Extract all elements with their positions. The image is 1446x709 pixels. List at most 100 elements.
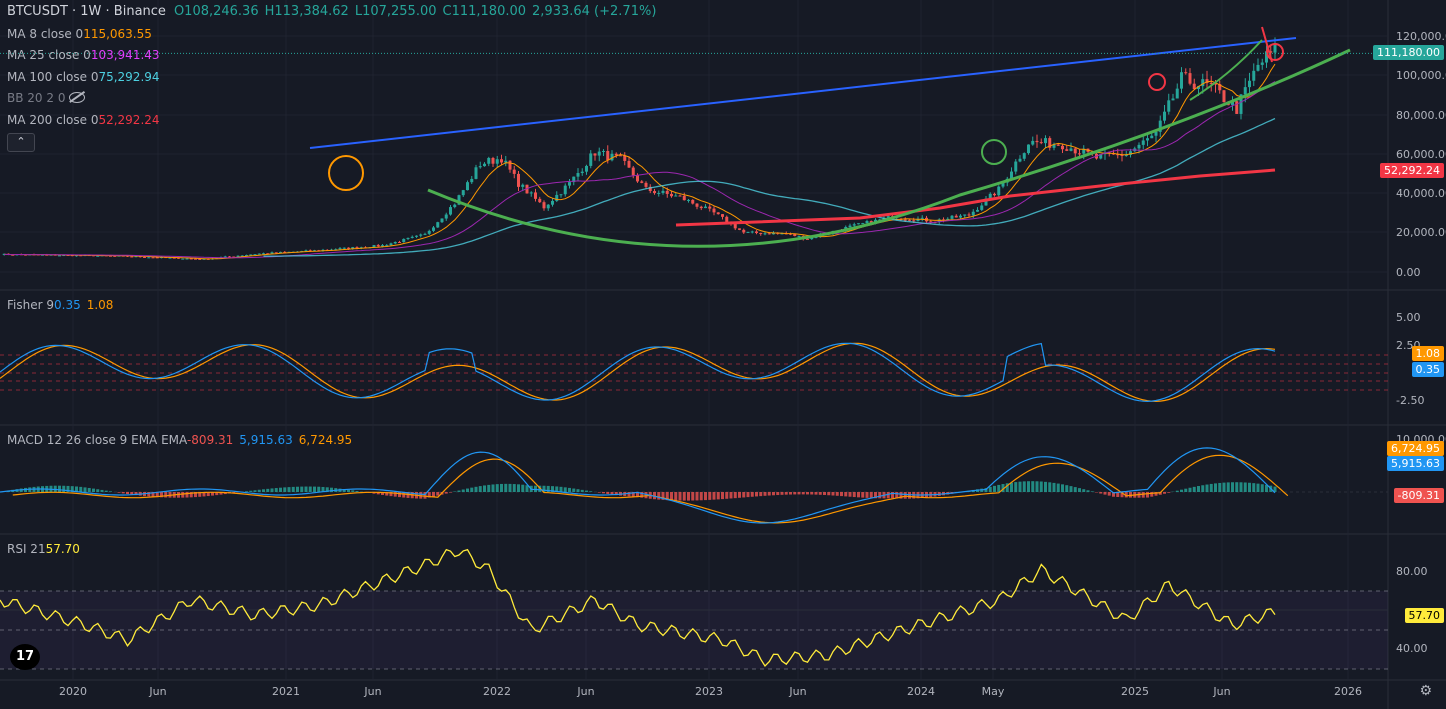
macd-histogram-bar (1018, 481, 1022, 492)
chevron-up-icon[interactable]: ⌃ (7, 133, 35, 152)
ma8-legend[interactable]: MA 8 close 0115,063.55 (7, 26, 152, 42)
fisher-axis-label: -2.50 (1396, 394, 1424, 407)
eye-hidden-icon[interactable] (69, 92, 86, 103)
macd-histogram-bar (602, 492, 605, 494)
candle-body (143, 256, 146, 258)
candle-body (130, 256, 134, 258)
candle-body (432, 227, 435, 231)
macd-label: MACD 12 26 close 9 EMA EMA (7, 433, 187, 447)
candle-body (619, 155, 622, 157)
symbol-header: BTCUSDT · 1W · Binance O108,246.36 H113,38… (7, 4, 656, 20)
gear-icon[interactable]: ⚙ (1419, 683, 1432, 699)
price-axis-label: 40,000.00 (1396, 187, 1446, 200)
macd-histogram-bar (1163, 492, 1166, 494)
tradingview-logo[interactable]: 17 (10, 644, 40, 670)
candle-body (585, 165, 588, 172)
candle-body (151, 257, 155, 259)
symbol-title[interactable]: BTCUSDT · 1W · Binance (7, 4, 166, 19)
macd-histogram-bar (1031, 481, 1035, 492)
candle-body (538, 198, 542, 203)
macd-histogram-bar (1069, 486, 1073, 492)
candle-body (555, 194, 559, 201)
candle-body (903, 219, 907, 221)
ma200-legend[interactable]: MA 200 close 052,292.24 (7, 112, 160, 128)
candle-body (236, 255, 240, 257)
macd-histogram-bar (903, 492, 907, 499)
candle-body (1180, 72, 1183, 89)
macd-histogram-bar (780, 492, 784, 495)
candle-body (848, 225, 852, 227)
candle-body (980, 205, 984, 210)
macd-histogram-bar (861, 492, 865, 498)
candle-body (253, 254, 257, 256)
bb-legend[interactable]: BB 20 2 0 (7, 90, 86, 106)
macd-histogram-bar (253, 490, 257, 492)
macd-histogram-bar (1090, 491, 1094, 492)
macd-histogram-bar (559, 486, 563, 492)
macd-histogram-bar (1082, 489, 1086, 492)
chart-canvas[interactable]: 120,000.00 100,000.00 80,000.00 60,000.00 40… (0, 0, 1446, 709)
fisher-legend[interactable]: Fisher 90.35 1.08 (7, 297, 113, 313)
ma100-legend[interactable]: MA 100 close 075,292.94 (7, 69, 160, 85)
macd-histogram-bar (716, 492, 720, 500)
candle-body (950, 215, 954, 219)
candle-body (695, 203, 699, 207)
macd-histogram-bar (865, 492, 869, 498)
candle-body (733, 223, 737, 229)
macd-histogram-bar (355, 491, 359, 492)
candle-body (419, 234, 423, 236)
candle-body (470, 178, 474, 183)
macd-histogram-bar (1180, 489, 1183, 492)
macd-histogram-bar (432, 492, 435, 497)
macd-histogram-bar (1065, 485, 1069, 492)
macd-histogram-bar (449, 492, 452, 493)
macd-histogram-bar (580, 489, 584, 492)
candle-body (1260, 62, 1264, 65)
candle-body (1078, 153, 1081, 155)
macd-histogram-bar (568, 487, 571, 492)
macd-histogram-bar (521, 484, 525, 492)
macd-histogram-bar (283, 487, 287, 492)
rsi-legend[interactable]: RSI 2157.70 (7, 541, 80, 557)
macd-histogram-bar (988, 486, 992, 492)
candle-body (971, 211, 975, 216)
macd-histogram-bar (801, 492, 805, 495)
macd-histogram-bar (725, 492, 729, 499)
candle-body (1056, 144, 1060, 146)
candle-body (406, 237, 410, 239)
macd-histogram-bar (840, 492, 843, 497)
macd-histogram-bar (398, 492, 401, 498)
ma25-legend[interactable]: MA 25 close 0103,941.43 (7, 47, 160, 63)
macd-histogram-bar (512, 484, 516, 492)
candle-body (797, 235, 801, 237)
time-axis-label: Jun (363, 685, 381, 698)
macd-histogram-bar (827, 492, 831, 496)
macd-histogram-bar (487, 484, 491, 492)
candle-body (389, 243, 393, 246)
macd-histogram-bar (606, 492, 610, 494)
candle-body (631, 167, 635, 176)
macd-legend[interactable]: MACD 12 26 close 9 EMA EMA-809.31 5,915.6… (7, 432, 352, 448)
high-value: H113,384.62 (264, 4, 349, 19)
macd-histogram-bar (1205, 484, 1209, 492)
macd-histogram-bar (1027, 481, 1030, 492)
candle-body (1150, 135, 1154, 139)
candle-body (657, 192, 661, 194)
ma200-line (675, 168, 1276, 227)
macd-histogram-bar (657, 492, 661, 500)
time-axis-label: May (982, 685, 1005, 698)
ma200-label: MA 200 close 0 (7, 113, 99, 127)
candle-body (691, 199, 695, 204)
candle-body (1027, 144, 1030, 154)
macd-histogram-bar (444, 492, 448, 494)
macd-histogram-bar (1167, 492, 1171, 493)
time-axis-label: Jun (576, 685, 594, 698)
macd-histogram-bar (823, 492, 826, 495)
candle-body (576, 173, 580, 177)
macd-histogram-bar (257, 489, 261, 492)
macd-histogram-bar (784, 492, 788, 495)
macd-histogram-bar (100, 489, 104, 492)
macd-histogram-bar (704, 492, 707, 501)
macd-histogram-bar (1078, 488, 1081, 492)
candle-body (712, 208, 716, 213)
